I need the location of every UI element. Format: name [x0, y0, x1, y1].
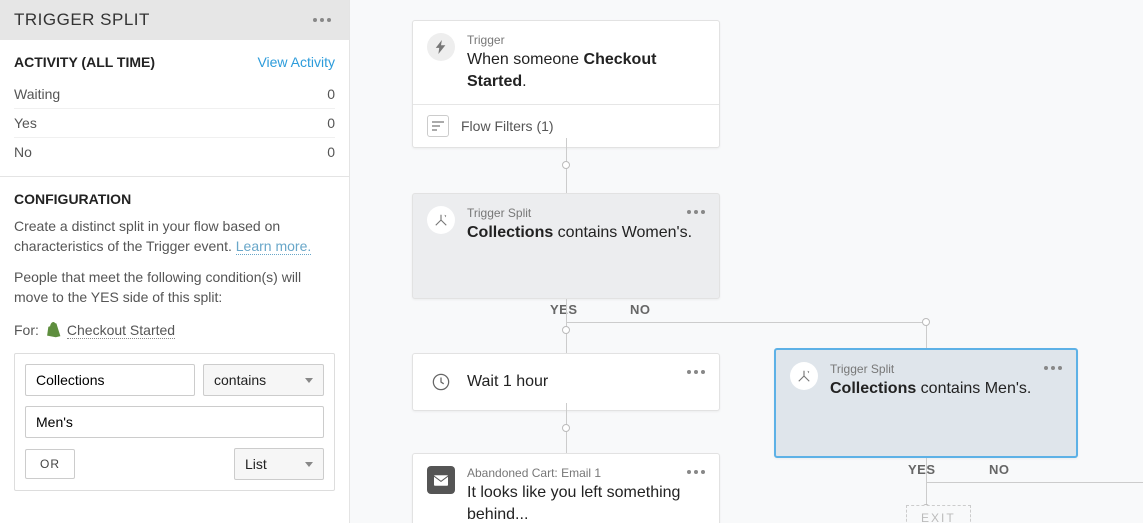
sidebar-menu-icon[interactable] [309, 14, 335, 26]
node-text: Collections contains Men's. [830, 378, 1062, 400]
clock-icon [427, 368, 455, 396]
bolt-icon [427, 33, 455, 61]
chevron-down-icon [305, 378, 313, 383]
config-description: Create a distinct split in your flow bas… [14, 217, 335, 256]
node-menu-icon[interactable] [1040, 362, 1066, 374]
value-input[interactable] [25, 406, 324, 438]
stat-value: 0 [327, 144, 335, 160]
learn-more-link[interactable]: Learn more. [236, 238, 311, 255]
node-trigger-split-womens[interactable]: Trigger Split Collections contains Women… [412, 193, 720, 299]
node-text: Collections contains Women's. [467, 222, 705, 244]
or-button[interactable]: OR [25, 449, 75, 479]
sidebar-header: TRIGGER SPLIT [0, 0, 349, 40]
split-icon [427, 206, 455, 234]
connector [927, 482, 1143, 483]
chevron-down-icon [305, 462, 313, 467]
connector-dot[interactable] [562, 161, 570, 169]
view-activity-link[interactable]: View Activity [257, 54, 335, 70]
trigger-event-link[interactable]: Checkout Started [67, 322, 175, 339]
node-label: Trigger [467, 33, 705, 47]
activity-heading: ACTIVITY (ALL TIME) [14, 54, 155, 70]
for-row: For: Checkout Started [14, 321, 335, 339]
node-trigger[interactable]: Trigger When someone Checkout Started. F… [412, 20, 720, 148]
connector [567, 322, 927, 323]
dimension-input[interactable] [25, 364, 195, 396]
branch-yes-label: YES [550, 302, 578, 317]
connector-dot[interactable] [922, 318, 930, 326]
node-email[interactable]: Abandoned Cart: Email 1 It looks like yo… [412, 453, 720, 523]
connector-dot[interactable] [562, 424, 570, 432]
stat-value: 0 [327, 115, 335, 131]
branch-no-label: NO [630, 302, 651, 317]
node-label: Abandoned Cart: Email 1 [467, 466, 705, 480]
split-icon [790, 362, 818, 390]
operator-select[interactable]: contains [203, 364, 324, 396]
condition-box: contains OR List [14, 353, 335, 491]
exit-node[interactable]: EXIT [906, 505, 971, 523]
node-text: Wait 1 hour [467, 371, 548, 393]
connector-dot[interactable] [562, 326, 570, 334]
stat-row-waiting: Waiting 0 [14, 80, 335, 109]
flow-canvas[interactable]: Trigger When someone Checkout Started. F… [350, 0, 1143, 523]
node-menu-icon[interactable] [683, 466, 709, 478]
branch-no-label: NO [989, 462, 1010, 477]
sidebar-title: TRIGGER SPLIT [14, 10, 150, 30]
stat-label: No [14, 144, 32, 160]
node-menu-icon[interactable] [683, 366, 709, 378]
stat-label: Yes [14, 115, 37, 131]
node-trigger-split-mens[interactable]: Trigger Split Collections contains Men's… [774, 348, 1078, 458]
config-subtext: People that meet the following condition… [14, 268, 335, 307]
shopify-icon [45, 321, 61, 339]
node-label: Trigger Split [467, 206, 705, 220]
node-text: When someone Checkout Started. [467, 49, 705, 92]
stat-label: Waiting [14, 86, 60, 102]
value-type-select[interactable]: List [234, 448, 324, 480]
for-label: For: [14, 322, 39, 338]
stat-row-yes: Yes 0 [14, 109, 335, 138]
node-menu-icon[interactable] [683, 206, 709, 218]
branch-yes-label: YES [908, 462, 936, 477]
configuration-section: CONFIGURATION Create a distinct split in… [0, 177, 349, 505]
sidebar-panel: TRIGGER SPLIT ACTIVITY (ALL TIME) View A… [0, 0, 350, 523]
node-text: It looks like you left something behind.… [467, 482, 705, 523]
email-icon [427, 466, 455, 494]
activity-section: ACTIVITY (ALL TIME) View Activity Waitin… [0, 40, 349, 177]
config-heading: CONFIGURATION [14, 191, 335, 207]
filter-icon [427, 115, 449, 137]
node-label: Trigger Split [830, 362, 1062, 376]
stat-value: 0 [327, 86, 335, 102]
stat-row-no: No 0 [14, 138, 335, 166]
